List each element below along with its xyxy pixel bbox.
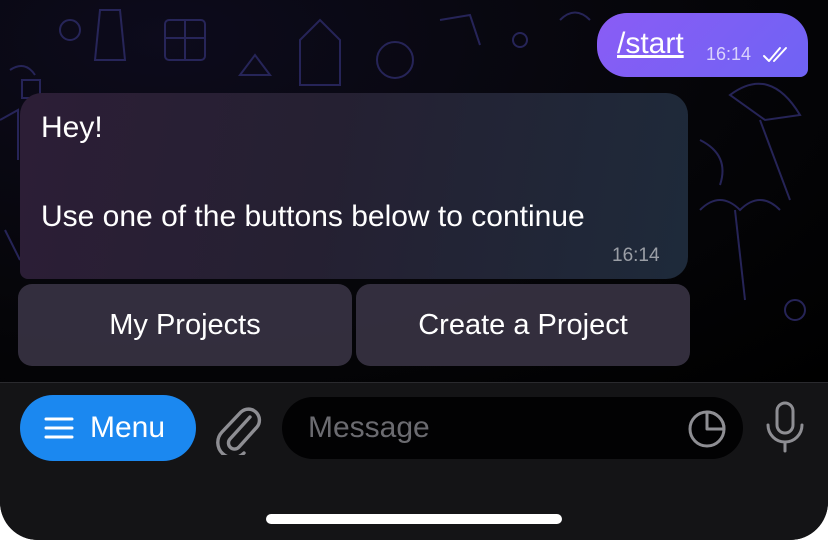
telegram-chat-screen: /start 16:14 Hey! Use one of the buttons… xyxy=(0,0,828,540)
paperclip-icon[interactable] xyxy=(214,403,262,455)
outgoing-message-time: 16:14 xyxy=(706,44,752,64)
message-placeholder: Message xyxy=(308,411,430,444)
outgoing-message-bubble[interactable]: /start 16:14 xyxy=(597,13,808,77)
sticker-icon[interactable] xyxy=(687,409,727,449)
menu-button-label: Menu xyxy=(90,411,166,444)
microphone-icon[interactable] xyxy=(763,401,807,455)
chat-background: /start 16:14 Hey! Use one of the buttons… xyxy=(0,0,828,382)
create-project-label: Create a Project xyxy=(418,308,628,341)
message-input[interactable]: Message xyxy=(282,397,743,459)
my-projects-label: My Projects xyxy=(109,308,261,341)
home-indicator[interactable] xyxy=(266,514,562,524)
outgoing-message-command[interactable]: /start xyxy=(617,27,684,61)
menu-button[interactable]: Menu xyxy=(20,395,196,461)
incoming-message-bubble[interactable]: Hey! Use one of the buttons below to con… xyxy=(20,93,688,279)
create-project-button[interactable]: Create a Project xyxy=(356,284,690,366)
message-instruction: Use one of the buttons below to continue xyxy=(41,200,585,233)
hamburger-icon xyxy=(44,417,74,439)
double-check-icon xyxy=(763,47,787,62)
message-greeting: Hey! xyxy=(41,111,103,144)
my-projects-button[interactable]: My Projects xyxy=(18,284,352,366)
incoming-message-time: 16:14 xyxy=(612,245,660,266)
